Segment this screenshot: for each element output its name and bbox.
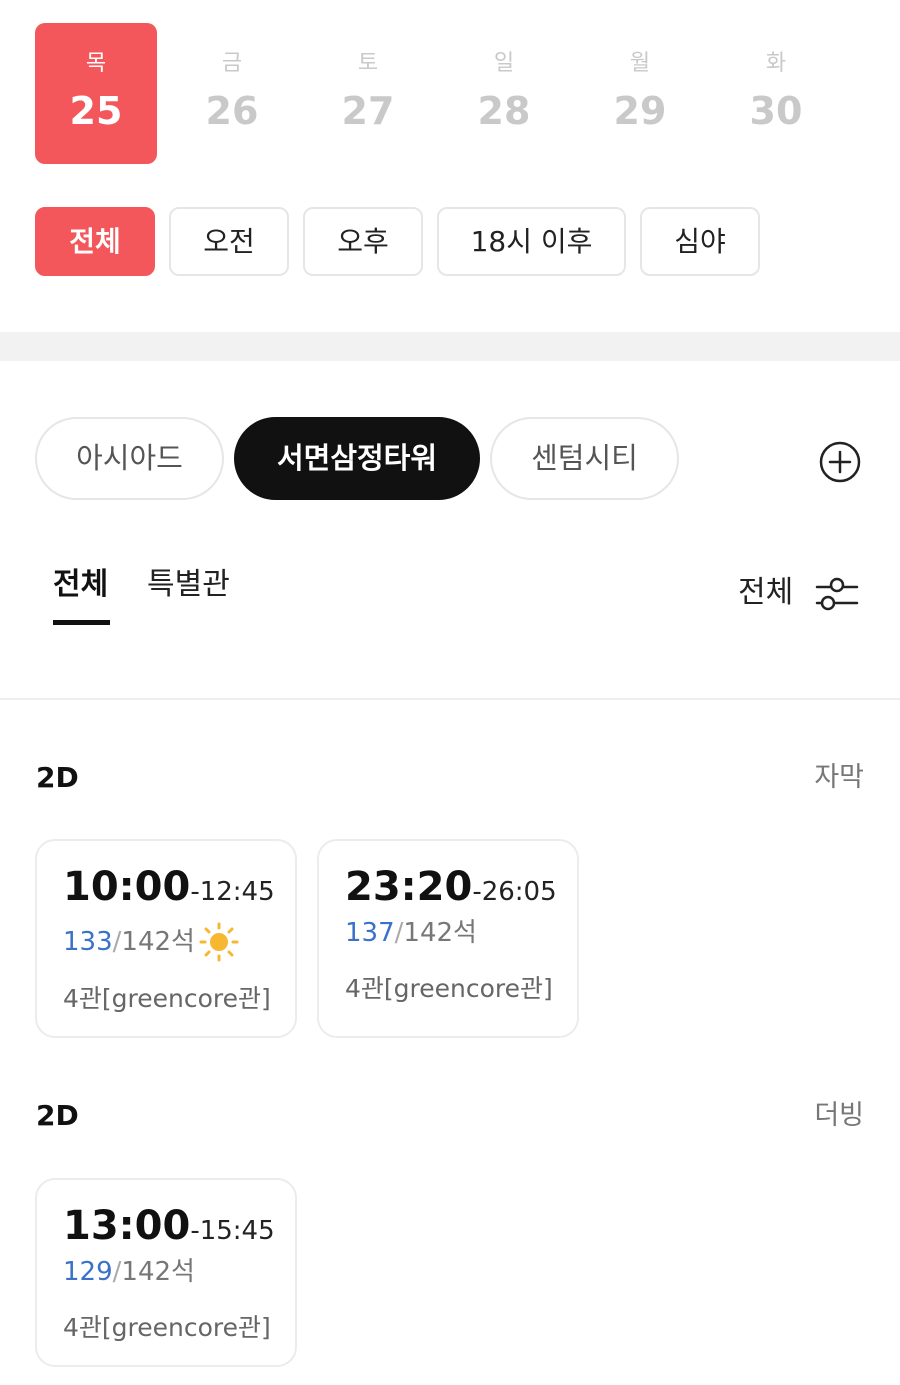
showtime-time: 23:20-26:05 [345, 863, 557, 911]
showtime-end: -12:45 [190, 877, 275, 907]
filter-label[interactable]: 전체 [738, 573, 793, 613]
showtime-card[interactable]: 13:00-15:45 129/142석 4관[greencore관] [35, 1178, 297, 1367]
time-filter-late-night[interactable]: 심야 [640, 207, 760, 276]
seats-available: 137 [345, 918, 395, 948]
seat-count: 129/142석 [63, 1257, 195, 1287]
seats-available: 129 [63, 1257, 113, 1287]
showtime-start: 10:00 [63, 864, 191, 910]
seat-count: 133/142석 [63, 927, 195, 957]
date-29[interactable]: 월 29 [579, 23, 701, 164]
section-format-label: 2D [36, 1099, 79, 1132]
active-tab-indicator [53, 620, 110, 625]
date-day: 29 [613, 89, 667, 133]
seats-available: 133 [63, 927, 113, 957]
tab-special-hall[interactable]: 특별관 [147, 565, 230, 605]
date-time-panel: 목 25 금 26 토 27 일 28 월 29 화 30 전체 오전 오후 1… [0, 0, 900, 332]
showtime-end: -15:45 [190, 1216, 275, 1246]
theater-centum-city[interactable]: 센텀시티 [490, 417, 679, 500]
section-format-label: 2D [36, 761, 79, 794]
section-language-label: 더빙 [814, 1100, 864, 1131]
hall-name: 4관[greencore관] [63, 984, 271, 1013]
sun-icon [199, 922, 239, 962]
plus-circle-icon[interactable] [818, 440, 862, 484]
theater-asiad[interactable]: 아시아드 [35, 417, 224, 500]
time-filter-after-18[interactable]: 18시 이후 [437, 207, 626, 276]
showtime-time: 13:00-15:45 [63, 1202, 275, 1250]
section-divider [0, 332, 900, 361]
date-weekday: 월 [629, 51, 651, 76]
content-divider [0, 698, 900, 700]
date-day: 28 [477, 89, 531, 133]
date-25[interactable]: 목 25 [35, 23, 157, 164]
date-day: 25 [69, 89, 123, 133]
date-weekday: 금 [221, 51, 243, 76]
showtime-time: 10:00-12:45 [63, 863, 275, 911]
seat-count: 137/142석 [345, 918, 477, 948]
theater-seomyeon-samjeong-tower[interactable]: 서면삼정타워 [234, 417, 480, 500]
date-selector: 목 25 금 26 토 27 일 28 월 29 화 30 [35, 23, 865, 164]
time-filter-all[interactable]: 전체 [35, 207, 155, 276]
showtime-start: 23:20 [345, 864, 473, 910]
hall-name: 4관[greencore관] [345, 974, 553, 1003]
seats-total: 142석 [121, 927, 195, 957]
sliders-icon[interactable] [814, 576, 860, 612]
date-28[interactable]: 일 28 [443, 23, 565, 164]
seats-total: 142석 [403, 918, 477, 948]
date-26[interactable]: 금 26 [171, 23, 293, 164]
tab-all[interactable]: 전체 [53, 565, 108, 605]
time-filter-morning[interactable]: 오전 [169, 207, 289, 276]
seats-total: 142석 [121, 1257, 195, 1287]
date-weekday: 목 [85, 51, 107, 76]
showtime-card[interactable]: 23:20-26:05 137/142석 4관[greencore관] [317, 839, 579, 1038]
showtime-start: 13:00 [63, 1203, 191, 1249]
date-day: 30 [749, 89, 803, 133]
date-weekday: 토 [357, 51, 379, 76]
showtime-card[interactable]: 10:00-12:45 133/142석 4관[greencore관] [35, 839, 297, 1038]
date-30[interactable]: 화 30 [715, 23, 837, 164]
date-day: 26 [205, 89, 259, 133]
section-language-label: 자막 [814, 762, 864, 793]
date-weekday: 화 [765, 51, 787, 76]
date-day: 27 [341, 89, 395, 133]
hall-name: 4관[greencore관] [63, 1313, 271, 1342]
date-weekday: 일 [493, 51, 515, 76]
showtime-end: -26:05 [472, 877, 557, 907]
time-filter-afternoon[interactable]: 오후 [303, 207, 423, 276]
date-27[interactable]: 토 27 [307, 23, 429, 164]
